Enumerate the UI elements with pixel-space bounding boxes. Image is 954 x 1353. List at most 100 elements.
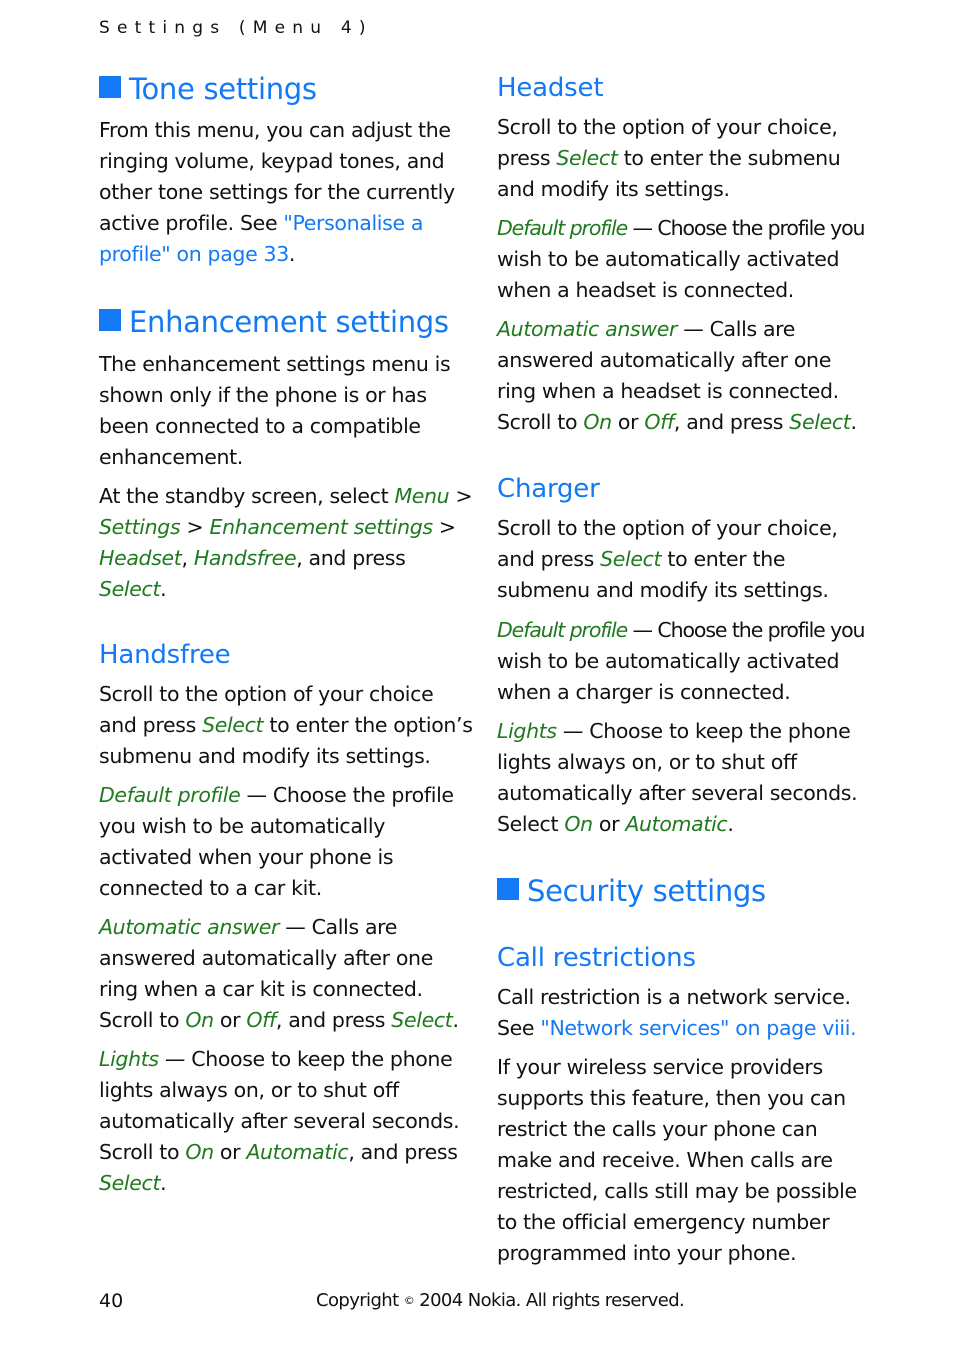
text-run: supports this feature, then you can [497,1086,846,1110]
square-bullet-icon [99,76,121,98]
text-line: The enhancement settings menu is [99,352,451,376]
text-run: and press [497,547,601,571]
text-run: . [160,577,167,601]
heading-enhancement-settings: Enhancement settings [99,305,449,339]
text-run: Scroll to the option of your choice [99,682,434,706]
text-run: automatically after several seconds. [99,1109,460,1133]
text-line: Automatic answer — Calls are [99,915,397,939]
text-run: or [213,1140,247,1164]
text-run: enhancement. [99,445,243,469]
copyright-label: Copyright [316,1290,399,1311]
text-run: active profile. See [99,211,284,235]
text-run: Call restriction is a network service. [497,985,851,1009]
text-run: been connected to a compatible [99,414,421,438]
menu-term: Select [202,713,264,737]
menu-term: Headset [99,546,182,570]
text-line: answered automatically after one [497,348,831,372]
heading-charger: Charger [497,474,600,504]
text-line: At the standby screen, select Menu > [99,484,473,508]
text-line: profile" on page 33. [99,242,295,266]
text-line: If your wireless service providers [497,1055,823,1079]
text-run: activated when your phone is [99,845,394,869]
text-run: . [850,410,857,434]
text-line: wish to be automatically activated [497,247,840,271]
text-run: . [288,242,296,266]
text-run: Scroll to [99,1008,186,1032]
text-line: Lights — Choose to keep the phone [497,719,851,743]
text-run: when a headset is connected. [497,278,794,302]
menu-term: On [185,1140,214,1164]
text-run: From this menu, you can adjust the [99,118,451,142]
menu-term: Enhancement settings [209,515,433,539]
heading-security-settings: Security settings [497,874,766,908]
text-run: Scroll to [99,1140,186,1164]
text-line: ring when a car kit is connected. [99,977,423,1001]
text-line: restrict the calls your phone can [497,1117,818,1141]
text-run: — Choose the profile you [627,216,866,240]
text-line: make and receive. When calls are [497,1148,833,1172]
text-run: programmed into your phone. [497,1241,797,1265]
text-line: been connected to a compatible [99,414,421,438]
cross-reference-link[interactable]: "Personalise a [283,211,423,235]
text-run: wish to be automatically activated [497,649,840,673]
text-line: automatically after several seconds. [99,1109,460,1133]
text-run: . [160,1171,167,1195]
text-run: — Choose to keep the phone [158,1047,453,1071]
text-line: restricted, calls still may be possible [497,1179,857,1203]
cross-reference-link[interactable]: profile" on page 33 [99,242,289,266]
text-run: automatically after several seconds. [497,781,858,805]
text-line: From this menu, you can adjust the [99,118,451,142]
heading-text: Enhancement settings [129,305,449,339]
menu-term: Off [246,1008,276,1032]
text-run: other tone settings for the currently [99,180,455,204]
text-line: when a charger is connected. [497,680,791,704]
text-line: Scroll to the option of your choice, [497,115,838,139]
text-run: , and press [296,546,406,570]
running-header: Settings (Menu 4) [99,18,373,38]
text-line: other tone settings for the currently [99,180,455,204]
menu-term: On [583,410,612,434]
text-run: restricted, calls still may be possible [497,1179,857,1203]
text-line: programmed into your phone. [497,1241,797,1265]
text-run: or [611,410,645,434]
menu-term: Menu [394,484,450,508]
menu-term: Select [789,410,851,434]
text-run: Scroll to the option of your choice, [497,115,838,139]
text-line: ring when a headset is connected. [497,379,839,403]
text-run: restrict the calls your phone can [497,1117,818,1141]
heading-text: Tone settings [129,72,317,106]
text-run: — Calls are [677,317,796,341]
text-run: , and press [673,410,790,434]
text-line: supports this feature, then you can [497,1086,846,1110]
text-line: See "Network services" on page viii. [497,1016,857,1040]
heading-headset: Headset [497,73,604,103]
text-line: press Select to enter the submenu [497,146,841,170]
text-line: Select. [99,1171,167,1195]
text-run: See [497,1016,541,1040]
text-run: submenu and modify its settings. [99,744,431,768]
text-run: answered automatically after one [497,348,831,372]
text-line: activated when your phone is [99,845,394,869]
text-run: At the standby screen, select [99,484,395,508]
text-run: ringing volume, keypad tones, and [99,149,445,173]
text-run: you wish to be automatically [99,814,386,838]
text-run: connected to a car kit. [99,876,322,900]
text-line: and modify its settings. [497,177,730,201]
text-line: Default profile — Choose the profile you [497,216,866,240]
text-run: ring when a headset is connected. [497,379,839,403]
text-run: . [727,812,734,836]
text-run: answered automatically after one [99,946,433,970]
text-line: Default profile — Choose the profile you [497,618,866,642]
menu-term: Automatic answer [497,317,678,341]
text-run: to enter the submenu [617,146,841,170]
menu-term: On [564,812,593,836]
text-line: Lights — Choose to keep the phone [99,1047,453,1071]
text-run: or [213,1008,247,1032]
text-line: lights always on, or to shut off [99,1078,399,1102]
text-line: Scroll to the option of your choice [99,682,434,706]
text-line: enhancement. [99,445,243,469]
text-run: to the official emergency number [497,1210,830,1234]
cross-reference-link[interactable]: "Network services" on page viii. [540,1016,856,1040]
text-run: or [592,812,626,836]
menu-term: Default profile [497,618,628,642]
